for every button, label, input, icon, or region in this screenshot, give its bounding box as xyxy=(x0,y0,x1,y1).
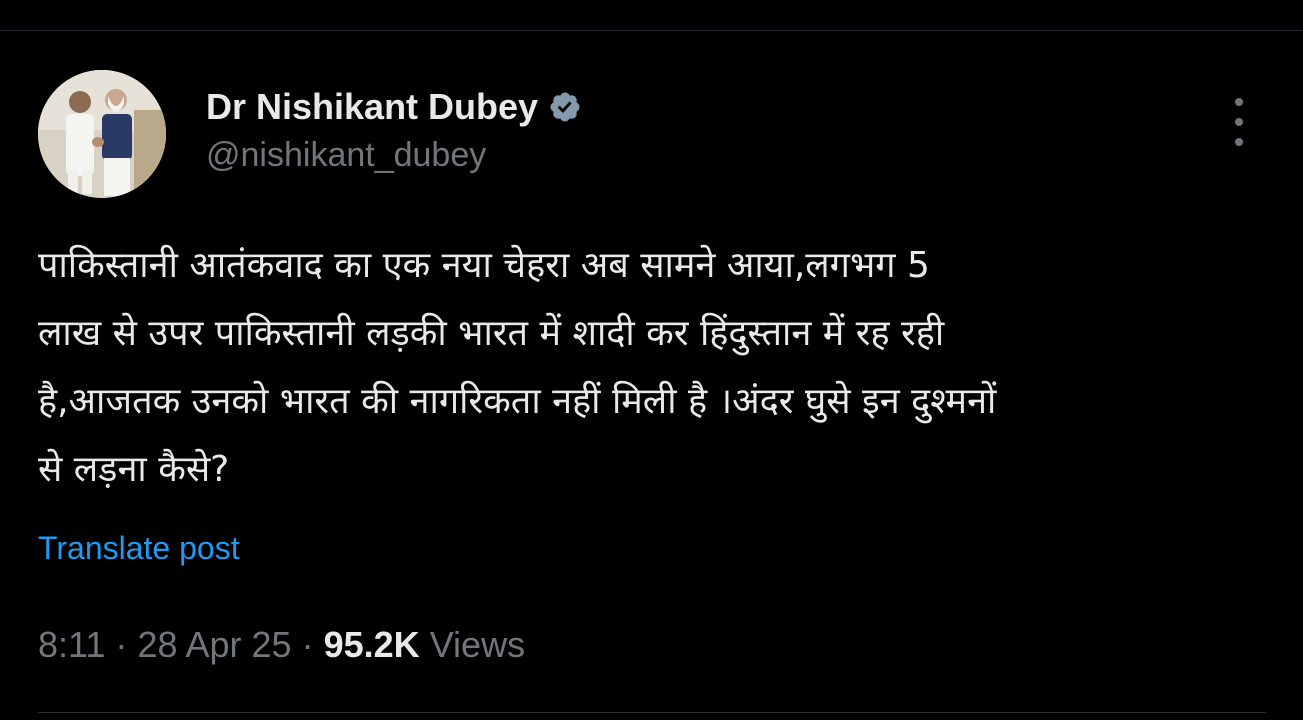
more-dot xyxy=(1235,98,1243,106)
more-options-icon[interactable] xyxy=(1224,98,1254,146)
avatar[interactable] xyxy=(38,70,166,198)
more-dot xyxy=(1235,118,1243,126)
more-dot xyxy=(1235,138,1243,146)
post-text-line: पाकिस्तानी आतंकवाद का एक नया चेहरा अब सा… xyxy=(38,245,930,286)
post-time[interactable]: 8:11 xyxy=(38,624,105,665)
views-label[interactable]: Views xyxy=(430,624,525,665)
bottom-divider xyxy=(38,712,1266,713)
post-text: पाकिस्तानी आतंकवाद का एक नया चेहरा अब सा… xyxy=(38,232,1266,504)
post-text-line: से लड़ना कैसे? xyxy=(38,449,230,490)
top-divider xyxy=(0,30,1303,31)
post-text-line: है,आजतक उनको भारत की नागरिकता नहीं मिली … xyxy=(38,381,997,422)
avatar-photo xyxy=(38,70,166,198)
verified-badge-icon[interactable] xyxy=(548,90,582,124)
post-text-line: लाख से उपर पाकिस्तानी लड़की भारत में शाद… xyxy=(38,313,945,354)
meta-separator: · xyxy=(301,624,314,665)
post-date[interactable]: 28 Apr 25 xyxy=(137,624,291,665)
author-name-row[interactable]: Dr Nishikant Dubey xyxy=(206,86,582,128)
author-display-name[interactable]: Dr Nishikant Dubey xyxy=(206,86,538,128)
meta-separator: · xyxy=(115,624,128,665)
translate-post-link[interactable]: Translate post xyxy=(38,530,240,567)
author-handle[interactable]: @nishikant_dubey xyxy=(206,136,486,175)
views-count[interactable]: 95.2K xyxy=(324,624,420,665)
post-meta: 8:11 · 28 Apr 25 · 95.2K Views xyxy=(38,624,525,666)
